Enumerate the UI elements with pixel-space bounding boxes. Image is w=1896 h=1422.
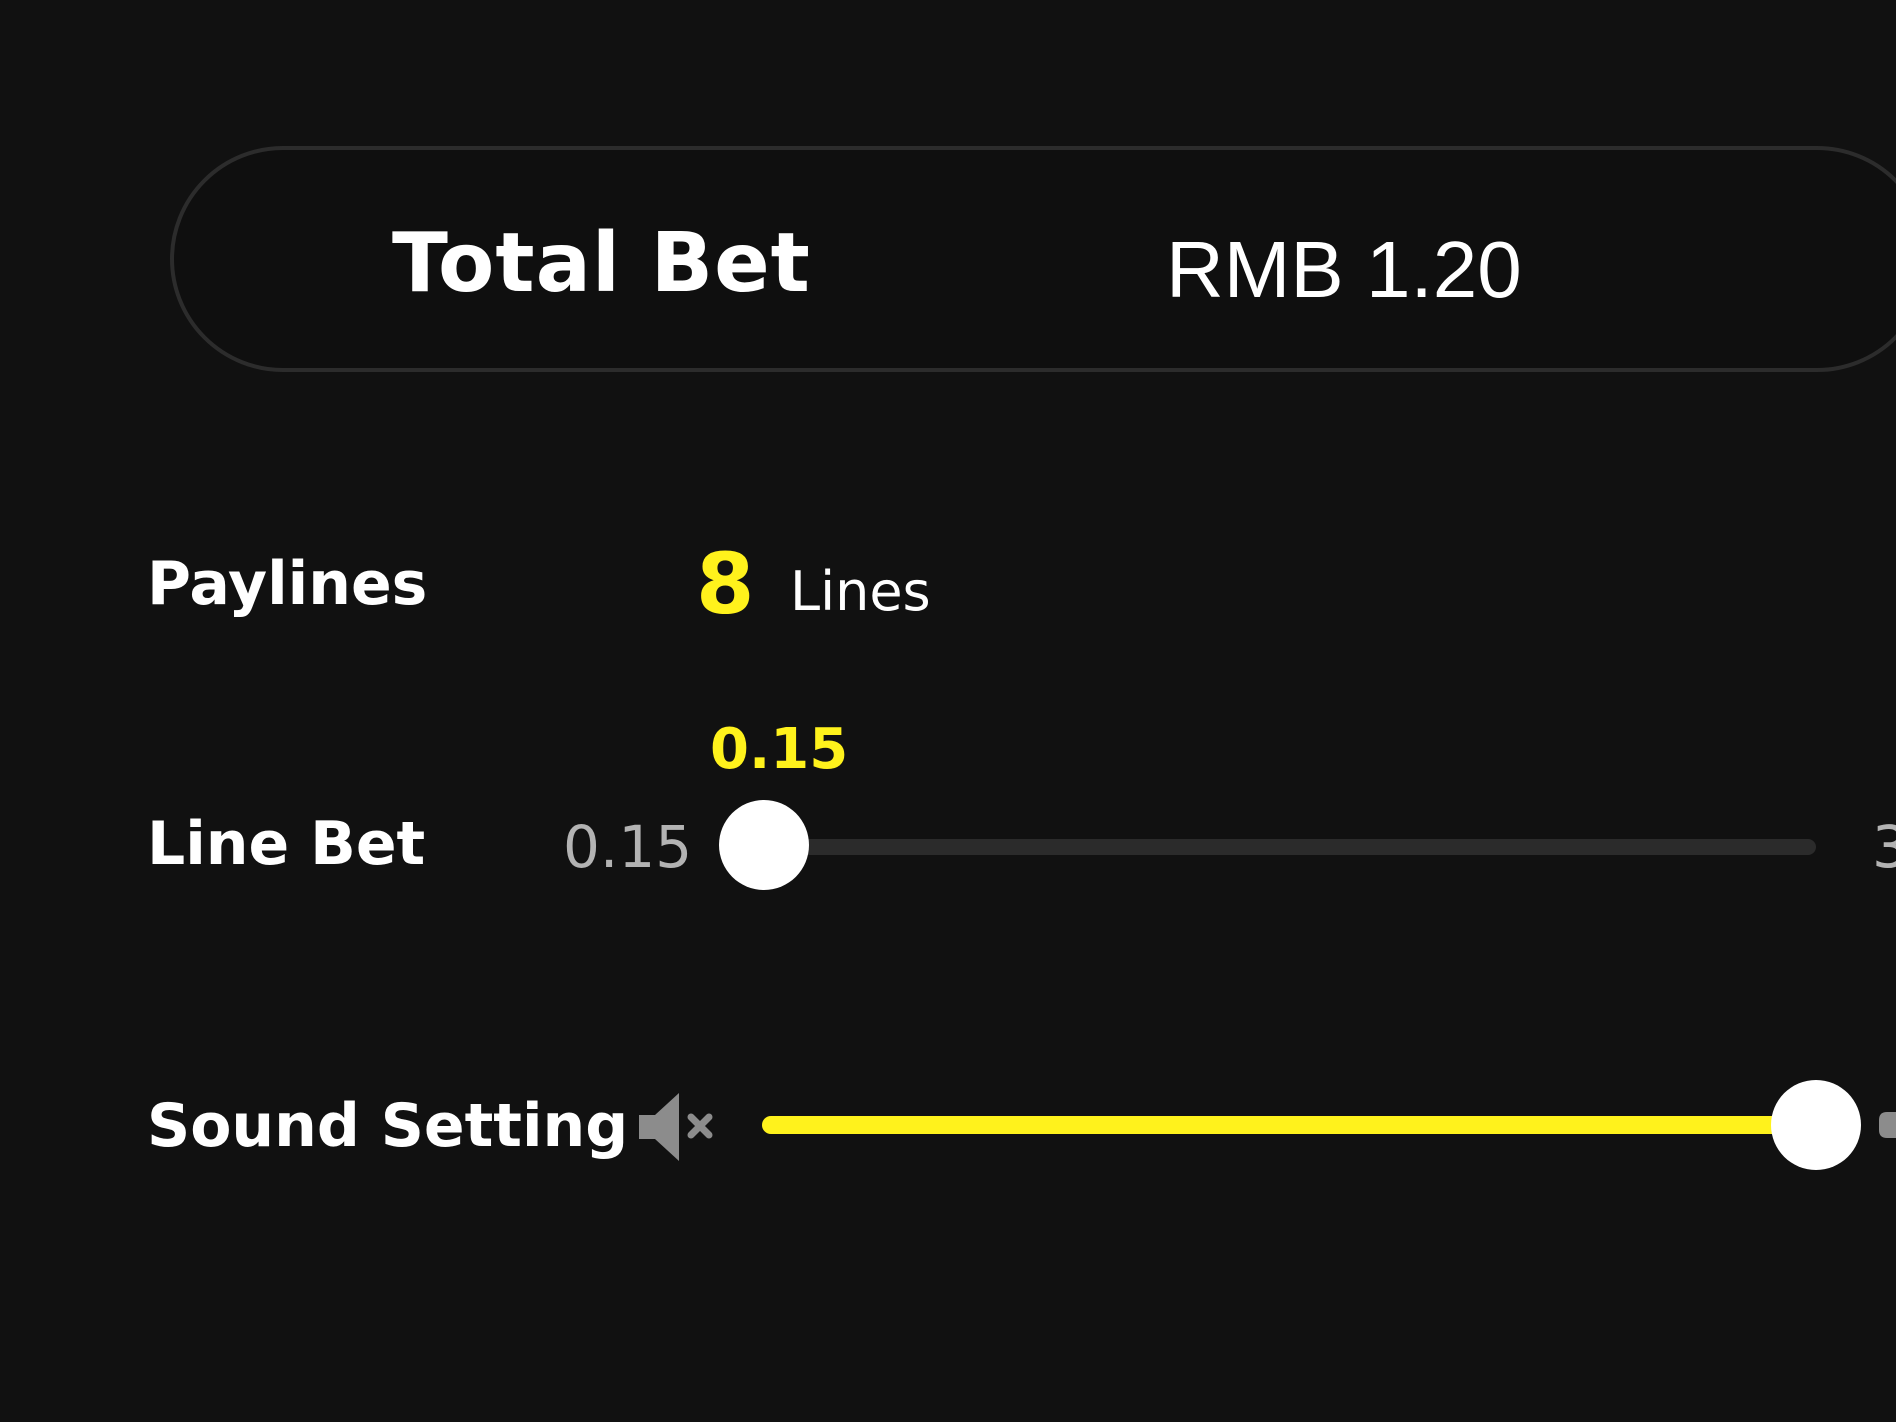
line-bet-current-value: 0.15 [710,717,849,782]
line-bet-min-label: 0.15 [563,813,693,881]
line-bet-max-label: 3 [1872,813,1896,881]
line-bet-label: Line Bet [147,809,426,879]
paylines-count: 8 [696,535,755,633]
line-bet-slider-track[interactable] [764,839,1816,855]
speaker-mute-icon[interactable] [635,1085,719,1169]
line-bet-slider-thumb[interactable] [719,800,809,890]
paylines-unit: Lines [790,560,931,623]
total-bet-value: RMB 1.20 [1166,225,1522,314]
speaker-icon[interactable] [1877,1106,1896,1144]
total-bet-label: Total Bet [392,216,811,311]
volume-slider-thumb[interactable] [1771,1080,1861,1170]
paylines-label: Paylines [147,549,428,619]
sound-setting-label: Sound Setting [147,1091,629,1161]
volume-slider-track[interactable] [762,1116,1816,1134]
volume-slider-fill [762,1116,1816,1134]
